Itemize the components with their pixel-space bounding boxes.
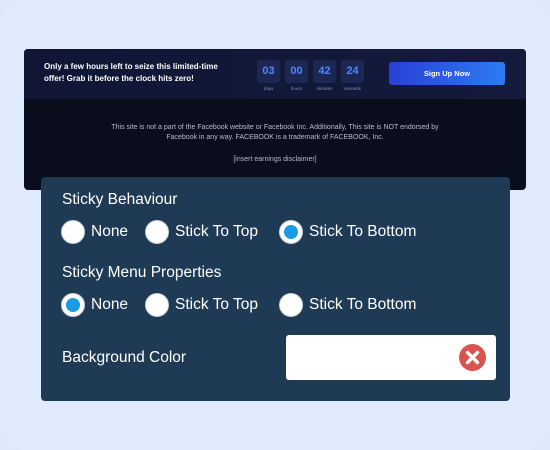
footer-text: This site is not a part of the Facebook … bbox=[74, 123, 476, 143]
close-icon bbox=[465, 350, 480, 365]
footer-line-2: Facebook in any way. FACEBOOK is a trade… bbox=[166, 134, 384, 141]
countdown-seconds-value: 24 bbox=[341, 60, 364, 83]
countdown-seconds: 24 seconds bbox=[341, 60, 364, 91]
footer-line-1: This site is not a part of the Facebook … bbox=[111, 124, 439, 131]
radio-circle[interactable] bbox=[145, 293, 169, 317]
countdown-days-value: 03 bbox=[257, 60, 280, 83]
offer-text: Only a few hours left to seize this limi… bbox=[44, 61, 249, 85]
radio-circle-selected[interactable] bbox=[61, 293, 85, 317]
radio-circle-selected[interactable] bbox=[279, 220, 303, 244]
countdown-minutes: 42 minutes bbox=[313, 60, 336, 91]
countdown-days-label: days bbox=[263, 86, 274, 91]
sticky-behaviour-title: Sticky Behaviour bbox=[62, 191, 178, 208]
sticky-settings-panel: Sticky Behaviour None Stick To Top Stick… bbox=[41, 177, 510, 401]
earnings-disclaimer: [insert earnings disclaimer] bbox=[233, 156, 317, 163]
radio-label: None bbox=[91, 223, 129, 240]
radio-label: Stick To Bottom bbox=[309, 296, 417, 313]
countdown-hours-label: hours bbox=[290, 86, 303, 91]
countdown-minutes-value: 42 bbox=[313, 60, 336, 83]
radio-circle[interactable] bbox=[61, 220, 85, 244]
sign-up-button[interactable]: Sign Up Now bbox=[389, 62, 505, 85]
radio-label: Stick To Top bbox=[175, 296, 259, 313]
preview-panel: Only a few hours left to seize this limi… bbox=[24, 49, 526, 190]
countdown-timer: 03 days 00 hours 42 minutes 24 seconds bbox=[257, 60, 364, 91]
offer-line-2: offer! Grab it before the clock hits zer… bbox=[44, 74, 194, 83]
clear-color-button[interactable] bbox=[459, 344, 486, 371]
countdown-hours: 00 hours bbox=[285, 60, 308, 91]
radio-circle[interactable] bbox=[145, 220, 169, 244]
sticky-bar: Only a few hours left to seize this limi… bbox=[24, 49, 526, 99]
countdown-hours-value: 00 bbox=[285, 60, 308, 83]
countdown-minutes-label: minutes bbox=[316, 86, 333, 91]
sticky-menu-title: Sticky Menu Properties bbox=[62, 264, 222, 281]
radio-label: Stick To Bottom bbox=[309, 223, 417, 240]
countdown-days: 03 days bbox=[257, 60, 280, 91]
radio-label: Stick To Top bbox=[175, 223, 259, 240]
background-color-input[interactable] bbox=[286, 335, 496, 380]
background-color-label: Background Color bbox=[62, 349, 187, 366]
countdown-seconds-label: seconds bbox=[344, 86, 361, 91]
outer-card: Only a few hours left to seize this limi… bbox=[0, 0, 550, 450]
radio-circle[interactable] bbox=[279, 293, 303, 317]
radio-label: None bbox=[91, 296, 129, 313]
offer-line-1: Only a few hours left to seize this limi… bbox=[44, 62, 218, 71]
